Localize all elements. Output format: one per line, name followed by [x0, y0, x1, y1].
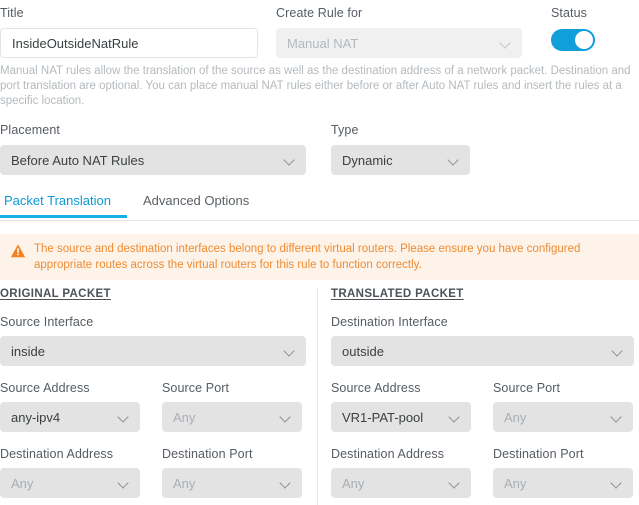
- translated-destination-port-label: Destination Port: [493, 447, 584, 461]
- translated-source-port-value: Any: [504, 409, 527, 425]
- translated-destination-row: Destination Address Any Destination Port…: [331, 446, 634, 498]
- title-input-value: InsideOutsideNatRule: [12, 35, 139, 51]
- chevron-down-icon: [118, 411, 130, 423]
- type-value: Dynamic: [342, 152, 393, 168]
- translated-destination-port-select[interactable]: Any: [493, 468, 633, 498]
- warning-message: The source and destination interfaces be…: [34, 243, 581, 271]
- translated-destination-address-group: Destination Address Any: [331, 446, 471, 498]
- translated-destination-port-value: Any: [504, 475, 527, 491]
- placement-select[interactable]: Before Auto NAT Rules: [0, 145, 306, 175]
- status-toggle-knob: [575, 31, 593, 49]
- chevron-down-icon: [611, 411, 623, 423]
- original-source-port-select[interactable]: Any: [162, 402, 302, 432]
- source-interface-select[interactable]: inside: [0, 336, 306, 366]
- status-group: Status: [551, 5, 631, 51]
- translated-destination-address-value: Any: [342, 475, 365, 491]
- chevron-down-icon: [500, 37, 512, 49]
- status-toggle[interactable]: [551, 29, 595, 51]
- rule-description-text: Manual NAT rules allow the translation o…: [0, 65, 631, 107]
- placement-label: Placement: [0, 123, 60, 137]
- translated-source-address-group: Source Address VR1-PAT-pool: [331, 380, 471, 432]
- translated-source-port-group: Source Port Any: [493, 380, 633, 432]
- translated-source-port-select[interactable]: Any: [493, 402, 633, 432]
- source-interface-label: Source Interface: [0, 315, 94, 329]
- translated-source-address-value: VR1-PAT-pool: [342, 409, 424, 425]
- destination-interface-select[interactable]: outside: [331, 336, 634, 366]
- original-destination-address-label: Destination Address: [0, 447, 114, 461]
- translated-source-port-label: Source Port: [493, 381, 561, 395]
- tab-advanced-options[interactable]: Advanced Options: [127, 193, 265, 217]
- original-destination-address-value: Any: [11, 475, 34, 491]
- original-destination-port-label: Destination Port: [162, 447, 253, 461]
- translated-destination-address-select[interactable]: Any: [331, 468, 471, 498]
- destination-interface-group: Destination Interface outside: [331, 314, 634, 366]
- translated-source-address-label: Source Address: [331, 381, 421, 395]
- original-source-address-select[interactable]: any-ipv4: [0, 402, 140, 432]
- translated-destination-port-group: Destination Port Any: [493, 446, 633, 498]
- source-interface-value: inside: [11, 343, 45, 359]
- create-rule-for-select[interactable]: Manual NAT: [276, 28, 522, 58]
- original-source-port-value: Any: [173, 409, 196, 425]
- type-select[interactable]: Dynamic: [331, 145, 470, 175]
- column-divider: [317, 288, 318, 505]
- create-rule-for-value: Manual NAT: [287, 35, 359, 51]
- chevron-down-icon: [280, 477, 292, 489]
- chevron-down-icon: [612, 345, 624, 357]
- original-source-port-group: Source Port Any: [162, 380, 302, 432]
- create-rule-for-label: Create Rule for: [276, 6, 363, 20]
- tab-packet-translation[interactable]: Packet Translation: [0, 193, 127, 218]
- status-label: Status: [551, 6, 588, 20]
- chevron-down-icon: [118, 477, 130, 489]
- type-group: Type Dynamic: [331, 122, 470, 175]
- original-destination-port-value: Any: [173, 475, 196, 491]
- title-field-group: Title InsideOutsideNatRule: [0, 5, 258, 58]
- chevron-down-icon: [611, 477, 623, 489]
- translated-destination-address-label: Destination Address: [331, 447, 445, 461]
- chevron-down-icon: [449, 477, 461, 489]
- title-label: Title: [0, 6, 24, 20]
- original-source-address-value: any-ipv4: [11, 409, 61, 425]
- placement-group: Placement Before Auto NAT Rules: [0, 122, 306, 175]
- translated-packet-column: TRANSLATED PACKET Destination Interface …: [331, 288, 634, 505]
- chevron-down-icon: [284, 345, 296, 357]
- original-destination-port-group: Destination Port Any: [162, 446, 302, 498]
- original-destination-address-select[interactable]: Any: [0, 468, 140, 498]
- type-label: Type: [331, 123, 359, 137]
- original-source-address-label: Source Address: [0, 381, 90, 395]
- nat-rule-editor-panel: Title InsideOutsideNatRule Create Rule f…: [0, 0, 639, 505]
- chevron-down-icon: [284, 154, 296, 166]
- original-source-port-label: Source Port: [162, 381, 230, 395]
- original-source-address-group: Source Address any-ipv4: [0, 380, 140, 432]
- chevron-down-icon: [448, 154, 460, 166]
- create-rule-for-group: Create Rule for Manual NAT: [276, 5, 522, 58]
- original-destination-row: Destination Address Any Destination Port…: [0, 446, 306, 498]
- translated-source-address-select[interactable]: VR1-PAT-pool: [331, 402, 471, 432]
- original-destination-port-select[interactable]: Any: [162, 468, 302, 498]
- warning-triangle-icon: [10, 243, 26, 259]
- original-source-row: Source Address any-ipv4 Source Port Any: [0, 380, 306, 432]
- title-input[interactable]: InsideOutsideNatRule: [0, 28, 258, 58]
- translated-source-row: Source Address VR1-PAT-pool Source Port …: [331, 380, 634, 432]
- source-interface-group: Source Interface inside: [0, 314, 306, 366]
- destination-interface-value: outside: [342, 343, 384, 359]
- original-packet-heading: ORIGINAL PACKET: [0, 288, 111, 300]
- placement-value: Before Auto NAT Rules: [11, 152, 145, 168]
- destination-interface-label: Destination Interface: [331, 315, 448, 329]
- original-packet-column: ORIGINAL PACKET Source Interface inside …: [0, 288, 306, 505]
- chevron-down-icon: [280, 411, 292, 423]
- chevron-down-icon: [449, 411, 461, 423]
- tab-bar: Packet Translation Advanced Options: [0, 193, 639, 221]
- original-destination-address-group: Destination Address Any: [0, 446, 140, 498]
- virtual-router-warning-banner: The source and destination interfaces be…: [0, 234, 639, 280]
- translated-packet-heading: TRANSLATED PACKET: [331, 288, 464, 300]
